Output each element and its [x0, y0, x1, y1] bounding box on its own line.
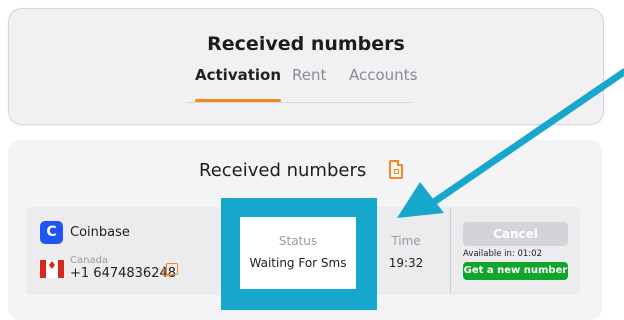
annotation-arrow — [397, 68, 624, 218]
